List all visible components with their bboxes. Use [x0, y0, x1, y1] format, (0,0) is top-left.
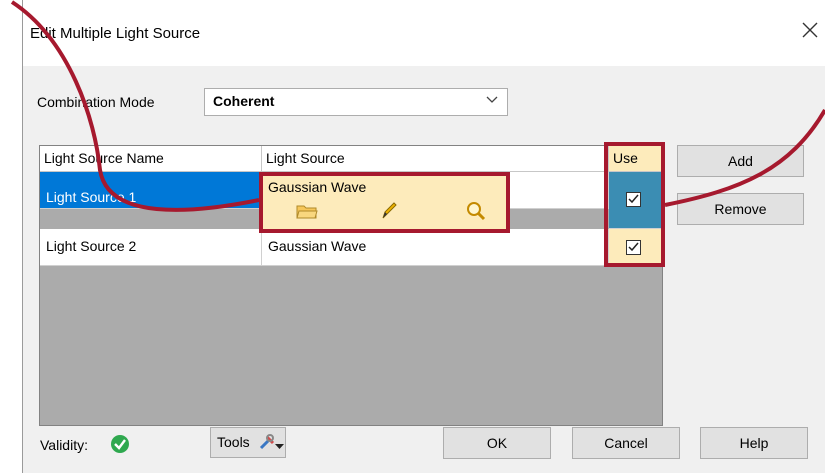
- edit-light-source-dialog: Edit Multiple Light Source Combination M…: [0, 0, 825, 473]
- help-button[interactable]: Help: [700, 427, 808, 459]
- validity-ok-icon: [110, 434, 130, 457]
- ok-button[interactable]: OK: [443, 427, 551, 459]
- tools-button[interactable]: Tools: [210, 427, 286, 458]
- tools-icon: [258, 433, 276, 454]
- annotation-arrows: [10, 0, 825, 212]
- chevron-down-icon: [275, 438, 284, 454]
- tools-label: Tools: [217, 434, 250, 450]
- cancel-button[interactable]: Cancel: [572, 427, 680, 459]
- validity-label: Validity:: [40, 437, 88, 453]
